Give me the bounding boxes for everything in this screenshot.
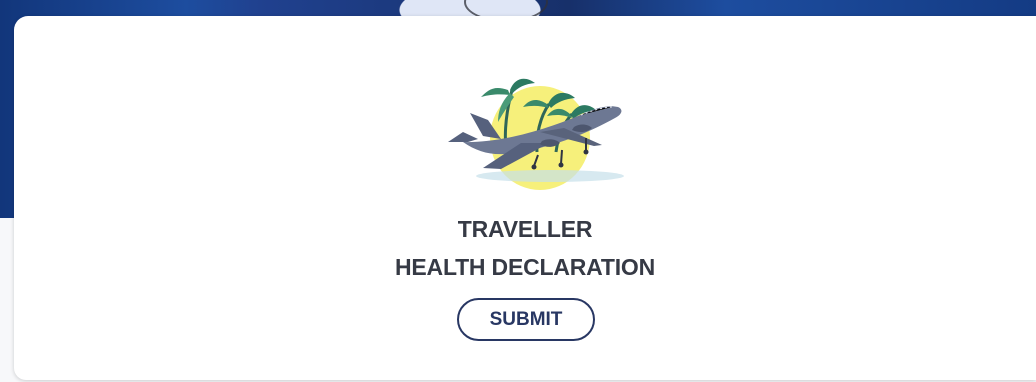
palm-frond-left-1 <box>481 87 510 97</box>
landing-wheel-2 <box>558 162 564 168</box>
airplane-tail-left <box>448 132 478 142</box>
airplane-palm-sun-icon <box>446 72 636 194</box>
card-title-traveller: TRAVELLER <box>457 216 593 242</box>
landing-wheel-3 <box>583 149 589 155</box>
airplane-illustration <box>448 78 624 190</box>
submit-button[interactable]: SUBMIT <box>457 298 595 341</box>
health-declaration-card: TRAVELLER HEALTH DECLARATION SUBMIT <box>14 16 1036 380</box>
card-title-health-declaration: HEALTH DECLARATION <box>394 254 656 280</box>
traveller-health-page: TRAVELLER HEALTH DECLARATION SUBMIT <box>0 0 1036 382</box>
water-reflection <box>476 170 624 182</box>
landing-wheel-1 <box>531 164 537 170</box>
